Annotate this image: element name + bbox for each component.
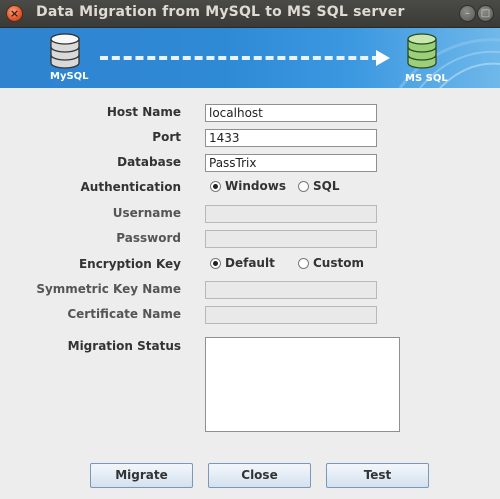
auth-windows-label: Windows bbox=[225, 179, 286, 193]
window-title: Data Migration from MySQL to MS SQL serv… bbox=[36, 4, 405, 20]
auth-sql-label: SQL bbox=[313, 179, 340, 193]
close-button[interactable]: Close bbox=[208, 463, 311, 488]
certificate-name-input[interactable] bbox=[205, 306, 377, 324]
title-bar: × Data Migration from MySQL to MS SQL se… bbox=[0, 0, 500, 28]
radio-checked-icon[interactable] bbox=[210, 180, 221, 192]
auth-sql-radio[interactable]: SQL bbox=[298, 179, 340, 193]
username-label: Username bbox=[112, 206, 181, 220]
radio-unchecked-icon[interactable] bbox=[298, 180, 309, 192]
enc-default-radio[interactable]: Default bbox=[210, 256, 275, 270]
host-name-input[interactable]: localhost bbox=[205, 104, 377, 122]
database-input[interactable]: PassTrix bbox=[205, 154, 377, 172]
symmetric-key-input[interactable] bbox=[205, 281, 377, 299]
database-label: Database bbox=[117, 155, 181, 169]
radio-checked-icon[interactable] bbox=[210, 257, 221, 269]
certificate-name-label: Certificate Name bbox=[67, 307, 181, 321]
header-banner: MySQL MS SQL bbox=[0, 28, 500, 88]
password-label: Password bbox=[116, 231, 181, 245]
password-input[interactable] bbox=[205, 230, 377, 248]
symmetric-key-label: Symmetric Key Name bbox=[36, 282, 181, 296]
window-close-button[interactable]: × bbox=[6, 5, 23, 22]
migration-arrow-icon bbox=[376, 50, 390, 66]
enc-custom-label: Custom bbox=[313, 256, 364, 270]
migration-status-label: Migration Status bbox=[67, 339, 181, 353]
target-db-label: MS SQL bbox=[405, 73, 448, 84]
migration-dashes bbox=[100, 56, 380, 60]
mysql-database-icon bbox=[50, 33, 80, 69]
port-label: Port bbox=[152, 130, 181, 144]
host-name-label: Host Name bbox=[106, 105, 181, 119]
minimize-button[interactable]: – bbox=[459, 5, 476, 22]
migration-status-textarea[interactable] bbox=[205, 337, 400, 432]
username-input[interactable] bbox=[205, 205, 377, 223]
radio-unchecked-icon[interactable] bbox=[298, 257, 309, 269]
enc-default-label: Default bbox=[225, 256, 275, 270]
mssql-database-icon bbox=[407, 33, 437, 69]
source-db-label: MySQL bbox=[50, 71, 89, 82]
auth-windows-radio[interactable]: Windows bbox=[210, 179, 286, 193]
migrate-button[interactable]: Migrate bbox=[90, 463, 193, 488]
maximize-button[interactable]: □ bbox=[477, 5, 494, 22]
test-button[interactable]: Test bbox=[326, 463, 429, 488]
port-input[interactable]: 1433 bbox=[205, 129, 377, 147]
enc-custom-radio[interactable]: Custom bbox=[298, 256, 364, 270]
encryption-key-label: Encryption Key bbox=[78, 257, 181, 271]
authentication-label: Authentication bbox=[80, 180, 182, 194]
